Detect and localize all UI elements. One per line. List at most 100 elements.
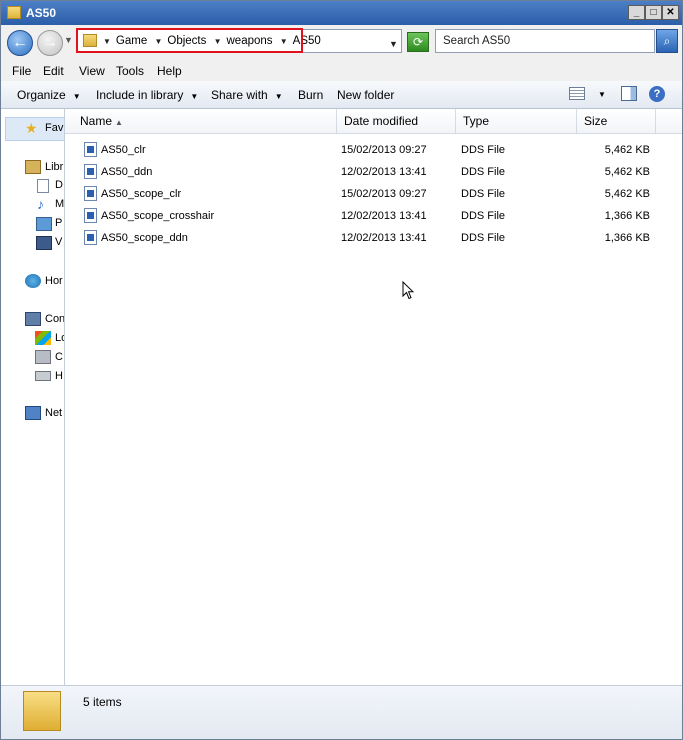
- nav-item-homegroup[interactable]: Hor: [45, 275, 63, 287]
- file-date: 15/02/2013 09:27: [341, 188, 427, 200]
- folder-icon: [23, 691, 61, 731]
- dds-file-icon: [84, 142, 97, 157]
- close-button[interactable]: ✕: [662, 5, 679, 20]
- menu-file[interactable]: File: [12, 64, 31, 78]
- nav-item-pictures[interactable]: P: [55, 217, 62, 229]
- recent-pages-dropdown[interactable]: ▼: [64, 35, 73, 45]
- documents-icon: [37, 179, 49, 193]
- drive-icon: [35, 350, 51, 364]
- preview-pane-icon[interactable]: [621, 86, 637, 101]
- file-name: AS50_scope_crosshair: [101, 210, 215, 222]
- nav-item-music[interactable]: M: [55, 198, 64, 210]
- nav-item-drive-h[interactable]: H: [55, 370, 63, 382]
- column-header: Name ▲ Date modified Type Size: [65, 109, 682, 134]
- item-count: 5 items: [83, 695, 122, 709]
- organize-label: Organize: [17, 88, 66, 102]
- column-label: Name: [80, 114, 113, 128]
- column-name[interactable]: Name ▲: [73, 109, 337, 133]
- videos-icon: [36, 236, 52, 250]
- nav-item-network[interactable]: Net: [45, 407, 62, 419]
- table-row[interactable]: AS50_scope_crosshair 12/02/2013 13:41 DD…: [65, 205, 682, 227]
- menu-bar: File Edit View Tools Help: [1, 61, 682, 81]
- file-size: 1,366 KB: [604, 232, 650, 244]
- nav-item-computer[interactable]: Con: [45, 313, 64, 325]
- homegroup-icon: [25, 274, 41, 288]
- explorer-window: AS50 _ □ ✕ ← → ▼ ▼ Game ▼ Objects ▼ weapons…: [0, 0, 683, 740]
- music-icon: ♪: [37, 196, 44, 212]
- address-dropdown-icon[interactable]: ▼: [389, 39, 398, 49]
- nav-item-drive-c[interactable]: C: [55, 351, 63, 363]
- file-type: DDS File: [461, 144, 506, 156]
- file-type: DDS File: [461, 232, 506, 244]
- column-date-modified[interactable]: Date modified: [337, 109, 456, 133]
- file-type: DDS File: [461, 210, 506, 222]
- chevron-down-icon: ▼: [190, 92, 199, 101]
- dds-file-icon: [84, 164, 97, 179]
- sort-ascending-icon: ▲: [115, 118, 123, 127]
- table-row[interactable]: AS50_scope_ddn 12/02/2013 13:41 DDS File…: [65, 227, 682, 249]
- file-list: Name ▲ Date modified Type Size AS50_clr 1…: [65, 109, 682, 685]
- chevron-down-icon: ▼: [274, 92, 283, 101]
- file-date: 15/02/2013 09:27: [341, 144, 427, 156]
- chevron-down-icon[interactable]: ▼: [598, 90, 606, 99]
- include-in-library-button[interactable]: Include in library ▼: [96, 88, 198, 102]
- file-name: AS50_ddn: [101, 166, 153, 178]
- window-title: AS50: [26, 6, 57, 20]
- dds-file-icon: [84, 208, 97, 223]
- table-row[interactable]: AS50_clr 15/02/2013 09:27 DDS File 5,462…: [65, 139, 682, 161]
- nav-item-libraries[interactable]: Libr: [45, 161, 63, 173]
- library-icon: [25, 160, 41, 174]
- menu-tools[interactable]: Tools: [116, 64, 144, 78]
- pictures-icon: [36, 217, 52, 231]
- local-disk-icon: [35, 331, 51, 345]
- nav-label[interactable]: Fav: [45, 122, 63, 134]
- new-folder-button[interactable]: New folder: [337, 88, 394, 102]
- search-icon[interactable]: ⌕: [656, 29, 678, 53]
- forward-button[interactable]: →: [37, 30, 63, 56]
- table-row[interactable]: AS50_ddn 12/02/2013 13:41 DDS File 5,462…: [65, 161, 682, 183]
- dds-file-icon: [84, 230, 97, 245]
- address-highlight: [76, 28, 303, 53]
- back-button[interactable]: ←: [7, 30, 33, 56]
- navigation-bar: ← → ▼ ▼ Game ▼ Objects ▼ weapons ▼ AS50 ▼ ⟳ …: [1, 25, 682, 61]
- help-icon[interactable]: ?: [649, 86, 665, 102]
- column-type[interactable]: Type: [456, 109, 577, 133]
- navigation-pane: ★ Fav Libr D ♪ M P V Hor Con Lo C H Net: [1, 109, 65, 685]
- file-type: DDS File: [461, 166, 506, 178]
- table-row[interactable]: AS50_scope_clr 15/02/2013 09:27 DDS File…: [65, 183, 682, 205]
- network-icon: [25, 406, 41, 420]
- share-with-button[interactable]: Share with ▼: [211, 88, 283, 102]
- file-size: 5,462 KB: [604, 166, 650, 178]
- menu-view[interactable]: View: [79, 64, 105, 78]
- title-bar: AS50 _ □ ✕: [1, 1, 682, 25]
- minimize-button[interactable]: _: [628, 5, 645, 20]
- maximize-button[interactable]: □: [645, 5, 662, 20]
- nav-item-local-disk[interactable]: Lo: [55, 332, 64, 344]
- dds-file-icon: [84, 186, 97, 201]
- details-pane: 5 items: [1, 685, 682, 739]
- column-size[interactable]: Size: [577, 109, 656, 133]
- menu-help[interactable]: Help: [157, 64, 182, 78]
- refresh-button[interactable]: ⟳: [407, 32, 429, 52]
- include-label: Include in library: [96, 88, 184, 102]
- file-name: AS50_scope_ddn: [101, 232, 188, 244]
- star-icon: ★: [25, 120, 38, 136]
- file-size: 1,366 KB: [604, 210, 650, 222]
- nav-item-documents[interactable]: D: [55, 179, 63, 191]
- file-name: AS50_scope_clr: [101, 188, 182, 200]
- share-label: Share with: [211, 88, 268, 102]
- mouse-cursor-icon: [402, 281, 414, 300]
- drive-icon: [35, 371, 51, 381]
- menu-edit[interactable]: Edit: [43, 64, 64, 78]
- nav-item-videos[interactable]: V: [55, 236, 62, 248]
- command-bar: Organize ▼ Include in library ▼ Share with…: [1, 81, 682, 109]
- views-icon[interactable]: [569, 87, 585, 100]
- folder-icon: [7, 6, 21, 19]
- chevron-down-icon: ▼: [72, 92, 81, 101]
- burn-button[interactable]: Burn: [298, 88, 323, 102]
- search-input[interactable]: Search AS50: [443, 35, 510, 47]
- computer-icon: [25, 312, 41, 326]
- file-date: 12/02/2013 13:41: [341, 210, 427, 222]
- search-box[interactable]: Search AS50: [435, 29, 655, 53]
- organize-button[interactable]: Organize ▼: [17, 88, 81, 102]
